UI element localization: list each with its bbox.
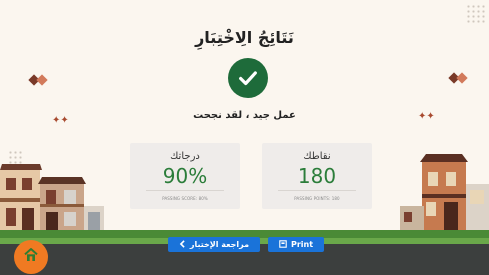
success-message: عمل جيد ، لقد نجحت bbox=[193, 110, 296, 121]
divider bbox=[278, 190, 356, 191]
chevron-left-icon bbox=[179, 239, 186, 250]
print-icon bbox=[279, 239, 287, 250]
print-button[interactable]: Print bbox=[268, 237, 324, 252]
review-quiz-label: مراجعة الإختبار bbox=[189, 240, 250, 249]
review-quiz-button[interactable]: مراجعة الإختبار bbox=[168, 237, 260, 252]
check-icon bbox=[228, 58, 268, 98]
points-card: نقاطك 180 PASSING POINTS: 180 bbox=[262, 143, 372, 209]
score-card: درجاتك 90% PASSING SCORE: 80% bbox=[130, 143, 240, 209]
points-label: نقاطك bbox=[303, 151, 331, 162]
print-label: Print bbox=[290, 240, 314, 249]
score-label: درجاتك bbox=[170, 151, 200, 162]
quiz-results-screen: ✦✦ ✦✦ نَتَائِجُ الِاخْتِبَارِ عمل جيد ، … bbox=[0, 0, 489, 275]
home-icon bbox=[23, 247, 39, 267]
score-value: 90% bbox=[162, 164, 208, 188]
passing-score-note: PASSING SCORE: 80% bbox=[162, 196, 208, 201]
dots-decoration bbox=[466, 4, 486, 24]
home-button[interactable] bbox=[14, 240, 48, 274]
passing-points-note: PASSING POINTS: 180 bbox=[294, 196, 340, 201]
diamond-decoration bbox=[456, 72, 468, 84]
houses-illustration-right bbox=[400, 154, 489, 240]
diamond-decoration bbox=[36, 74, 48, 86]
points-value: 180 bbox=[297, 164, 337, 188]
houses-illustration-left bbox=[0, 164, 104, 240]
divider bbox=[146, 190, 224, 191]
page-title: نَتَائِجُ الِاخْتِبَارِ bbox=[195, 28, 294, 47]
